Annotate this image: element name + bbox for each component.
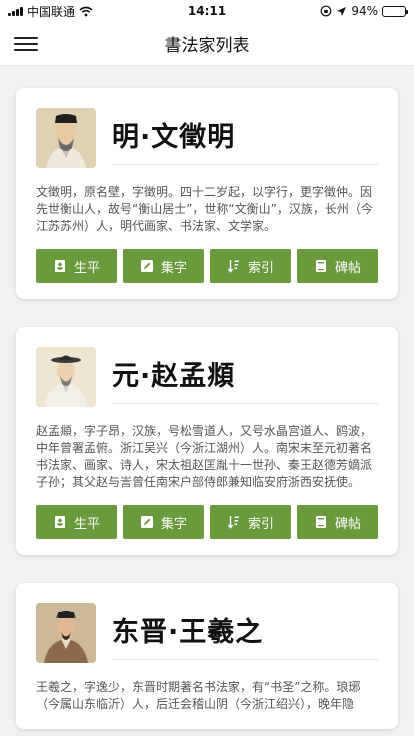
rubbings-button-label: 碑帖 [334, 260, 361, 276]
calligrapher-card: 明·文徵明 文徵明，原名壁，字徵明。四十二岁起，以字行，更字徵仲。因先世衡山人，… [16, 88, 398, 299]
rubbings-button-label: 碑帖 [334, 516, 361, 532]
page-title: 書法家列表 [164, 36, 250, 56]
location-icon [337, 6, 347, 16]
collect-chars-button[interactable]: 集字 [123, 249, 204, 283]
edit-icon [140, 516, 153, 528]
calligrapher-list[interactable]: 明·文徵明 文徵明，原名壁，字徵明。四十二岁起，以字行，更字徵仲。因先世衡山人，… [0, 66, 414, 736]
profile-button[interactable]: 生平 [36, 505, 117, 539]
action-row: 生平 集字 索引 碑帖 [36, 249, 378, 283]
portrait-image [36, 603, 96, 663]
calligrapher-name: 东晋·王羲之 [112, 617, 264, 648]
rotation-lock-icon [320, 5, 332, 17]
menu-icon-line [14, 43, 38, 45]
edit-icon [140, 260, 153, 272]
battery-percent: 94% [351, 4, 378, 18]
card-title-wrap: 东晋·王羲之 [112, 610, 378, 660]
profile-icon [54, 260, 65, 272]
signal-icon [8, 6, 23, 16]
calligrapher-name: 元·赵孟頫 [112, 361, 236, 392]
calligrapher-description: 赵孟頫，字子昂，汉族，号松雪道人，又号水晶宫道人、鸥波，中年曾署孟俯。浙江吴兴（… [36, 424, 373, 489]
wifi-icon [79, 6, 93, 16]
sort-icon [227, 260, 239, 273]
status-left: 中国联通 [8, 3, 93, 20]
calligrapher-card: 元·赵孟頫 赵孟頫，字子昂，汉族，号松雪道人，又号水晶宫道人、鸥波，中年曾署孟俯… [16, 327, 398, 555]
index-button-label: 索引 [247, 516, 274, 532]
book-icon [315, 516, 326, 528]
calligrapher-description: 王羲之，字逸少，东晋时期著名书法家，有“书圣”之称。琅琊（今属山东临沂）人，后迁… [36, 680, 361, 711]
collect-chars-button-label: 集字 [160, 516, 187, 532]
menu-icon-line [14, 49, 38, 51]
portrait-image [36, 108, 96, 168]
profile-icon [54, 516, 65, 528]
index-button[interactable]: 索引 [210, 249, 291, 283]
carrier-label: 中国联通 [27, 4, 76, 19]
status-bar: 中国联通 14:11 94% [0, 0, 414, 22]
collect-chars-button[interactable]: 集字 [123, 505, 204, 539]
calligrapher-name: 明·文徵明 [112, 122, 236, 153]
rubbings-button[interactable]: 碑帖 [297, 249, 378, 283]
index-button-label: 索引 [247, 260, 274, 276]
card-title-wrap: 明·文徵明 [112, 115, 378, 165]
collect-chars-button-label: 集字 [160, 260, 187, 276]
card-header: 元·赵孟頫 [36, 347, 378, 407]
card-header: 东晋·王羲之 [36, 603, 378, 663]
card-title-wrap: 元·赵孟頫 [112, 354, 378, 404]
card-header: 明·文徵明 [36, 108, 378, 168]
status-right: 94% [320, 4, 408, 18]
menu-icon-line [14, 37, 38, 39]
rubbings-button[interactable]: 碑帖 [297, 505, 378, 539]
portrait-image [36, 347, 96, 407]
profile-button-label: 生平 [73, 516, 100, 532]
menu-button[interactable] [14, 34, 38, 54]
index-button[interactable]: 索引 [210, 505, 291, 539]
calligrapher-card: 东晋·王羲之 王羲之，字逸少，东晋时期著名书法家，有“书圣”之称。琅琊（今属山东… [16, 583, 398, 729]
battery-icon [382, 5, 408, 17]
calligrapher-description: 文徵明，原名壁，字徵明。四十二岁起，以字行，更字徵仲。因先世衡山人，故号“衡山居… [36, 185, 373, 233]
profile-button-label: 生平 [73, 260, 100, 276]
sort-icon [227, 516, 239, 529]
profile-button[interactable]: 生平 [36, 249, 117, 283]
book-icon [315, 260, 326, 272]
nav-bar: 書法家列表 [0, 22, 414, 66]
action-row: 生平 集字 索引 碑帖 [36, 505, 378, 539]
